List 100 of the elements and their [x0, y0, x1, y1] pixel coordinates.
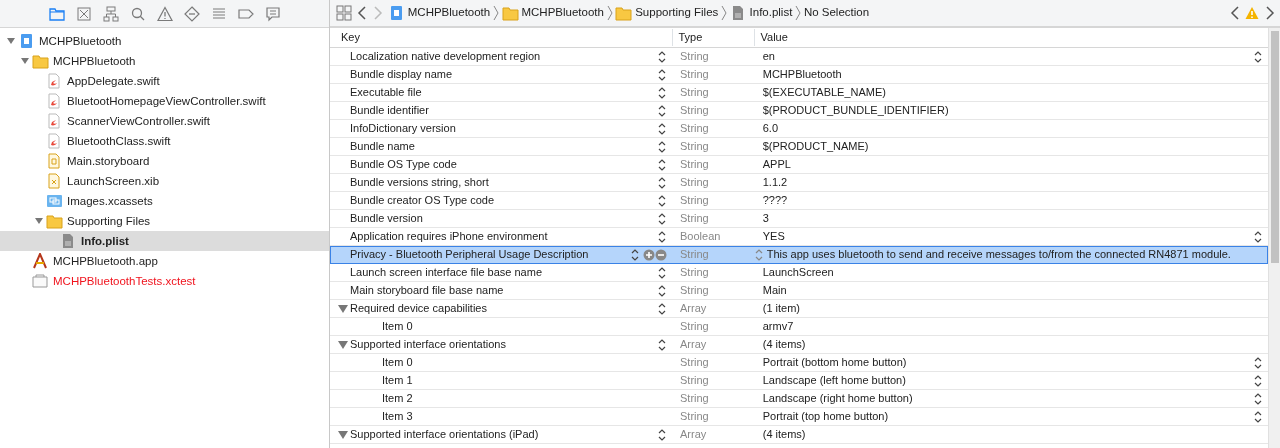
forward-icon[interactable] — [1264, 5, 1275, 21]
plist-row[interactable]: Item 1 String Landscape (left home button) — [330, 372, 1268, 390]
disclosure-icon[interactable] — [6, 35, 16, 46]
stepper-icon[interactable] — [656, 121, 667, 136]
stepper-icon[interactable] — [656, 139, 667, 154]
stepper-icon[interactable] — [656, 193, 667, 208]
plist-row[interactable]: Bundle versions string, short String 1.1.2 — [330, 174, 1268, 192]
plist-row[interactable]: Supported interface orientations (iPad) Array (4 items) — [330, 426, 1268, 444]
type-text: String — [679, 355, 710, 370]
stepper-icon[interactable] — [656, 103, 667, 118]
stepper-icon[interactable] — [656, 229, 667, 244]
grid-icon[interactable] — [335, 5, 352, 21]
navigator-item[interactable]: Main.storyboard — [0, 150, 329, 171]
xib-file-icon — [46, 172, 63, 189]
breadcrumb-item[interactable]: MCHPBluetooth — [388, 4, 491, 22]
plist-row[interactable]: Bundle identifier String $(PRODUCT_BUNDLE_IDENTIFIER) — [330, 102, 1268, 120]
plist-row[interactable]: Item 0 String armv7 — [330, 318, 1268, 336]
plist-row[interactable]: Bundle OS Type code String APPL — [330, 156, 1268, 174]
plist-row[interactable]: Bundle name String $(PRODUCT_NAME) — [330, 138, 1268, 156]
stepper-icon[interactable] — [1252, 409, 1263, 424]
plist-row[interactable]: Localization native development region String en — [330, 48, 1268, 66]
stepper-icon[interactable] — [656, 157, 667, 172]
stepper-icon[interactable] — [1252, 373, 1263, 388]
add-icon[interactable] — [642, 248, 655, 261]
plist-row[interactable]: Bundle version String 3 — [330, 210, 1268, 228]
stepper-icon[interactable] — [656, 49, 667, 64]
stepper-icon[interactable] — [656, 211, 667, 226]
warning-icon[interactable] — [156, 5, 173, 22]
key-text: Item 1 — [382, 373, 414, 388]
column-header[interactable]: Type — [672, 29, 754, 46]
key-text: Item 0 — [382, 319, 414, 334]
hierarchy-icon[interactable] — [102, 5, 119, 22]
plist-row[interactable]: Executable file String $(EXECUTABLE_NAME) — [330, 84, 1268, 102]
navigator-item[interactable]: MCHPBluetooth — [0, 30, 329, 51]
stepper-icon[interactable] — [656, 427, 667, 442]
disclosure-icon[interactable] — [34, 215, 44, 226]
navigator-item[interactable]: BluetoothClass.swift — [0, 130, 329, 151]
stepper-icon[interactable] — [656, 301, 667, 316]
disclosure-icon[interactable] — [338, 339, 348, 350]
plist-row[interactable]: Privacy - Bluetooth Peripheral Usage Description String This app uses bluetooth to send and receive messages to/from the connected RN4871 module. — [330, 246, 1268, 264]
disclosure-icon[interactable] — [338, 429, 348, 440]
type-text: String — [679, 211, 710, 226]
navigator-item[interactable]: Images.xcassets — [0, 190, 329, 211]
plist-row[interactable]: Bundle display name String MCHPBluetooth — [330, 66, 1268, 84]
stepper-icon[interactable] — [1252, 391, 1263, 406]
type-text: String — [679, 283, 710, 298]
disclosure-icon[interactable] — [20, 55, 30, 66]
navigator-item[interactable]: MCHPBluetooth.app — [0, 250, 329, 271]
key-text: Bundle identifier — [350, 103, 430, 118]
breadcrumb-item[interactable]: No Selection — [803, 4, 870, 22]
plist-row[interactable]: Item 3 String Portrait (top home button) — [330, 408, 1268, 426]
folder-icon — [32, 52, 49, 69]
plist-row[interactable]: Item 0 String Portrait (bottom home button) — [330, 354, 1268, 372]
navigator-item[interactable]: AppDelegate.swift — [0, 70, 329, 91]
plist-row[interactable]: Bundle creator OS Type code String ???? — [330, 192, 1268, 210]
search-icon[interactable] — [129, 5, 146, 22]
value-text: 6.0 — [761, 121, 780, 136]
navigator-item[interactable]: LaunchScreen.xib — [0, 170, 329, 191]
navigator-item[interactable]: Supporting Files — [0, 210, 329, 231]
type-text: String — [679, 265, 710, 280]
speech-bubble-icon[interactable] — [264, 5, 281, 22]
stepper-icon[interactable] — [656, 283, 667, 298]
stepper-icon[interactable] — [1252, 229, 1263, 244]
navigator-item[interactable]: ScannerViewController.swift — [0, 110, 329, 131]
breadcrumb-item[interactable]: MCHPBluetooth — [501, 4, 604, 22]
disclosure-icon[interactable] — [338, 303, 348, 314]
value-text: (4 items) — [761, 427, 807, 442]
navigator-item[interactable]: MCHPBluetooth — [0, 50, 329, 71]
plist-row[interactable]: Item 2 String Landscape (right home button) — [330, 390, 1268, 408]
back-icon[interactable] — [357, 5, 367, 21]
navigator-item[interactable]: MCHPBluetoothTests.xctest — [0, 270, 329, 291]
remove-icon[interactable] — [654, 248, 667, 261]
plist-row[interactable]: Required device capabilities Array (1 item) — [330, 300, 1268, 318]
key-text: Main storyboard file base name — [350, 283, 505, 298]
column-header[interactable]: Key — [330, 29, 672, 46]
stepper-icon[interactable] — [1252, 355, 1263, 370]
plist-row[interactable]: Main storyboard file base name String Main — [330, 282, 1268, 300]
plist-row[interactable]: Supported interface orientations Array (4 items) — [330, 336, 1268, 354]
stepper-icon[interactable] — [1252, 49, 1263, 64]
stepper-icon[interactable] — [656, 265, 667, 280]
back-icon[interactable] — [1229, 5, 1240, 21]
value-text: armv7 — [761, 319, 795, 334]
breadcrumb-item[interactable]: Supporting Files — [615, 4, 719, 22]
scrollbar[interactable] — [1268, 28, 1280, 448]
stepper-icon[interactable] — [629, 247, 640, 262]
stepper-icon[interactable] — [656, 85, 667, 100]
folder-icon[interactable] — [48, 5, 65, 22]
stepper-icon[interactable] — [656, 175, 667, 190]
type-text: Array — [679, 337, 708, 352]
stepper-icon[interactable] — [656, 67, 667, 82]
scroll-thumb[interactable] — [1270, 30, 1279, 263]
square-icon[interactable] — [75, 5, 92, 22]
breadcrumb-item[interactable]: Info.plist — [729, 4, 793, 22]
value-text: Main — [761, 283, 788, 298]
plist-row[interactable]: InfoDictionary version String 6.0 — [330, 120, 1268, 138]
navigator-item[interactable]: Info.plist — [0, 230, 329, 251]
stepper-icon[interactable] — [656, 337, 667, 352]
navigator-item[interactable]: BluetootHomepageViewController.swift — [0, 90, 329, 111]
plist-row[interactable]: Launch screen interface file base name String LaunchScreen — [330, 264, 1268, 282]
diamond-icon[interactable] — [183, 5, 200, 22]
